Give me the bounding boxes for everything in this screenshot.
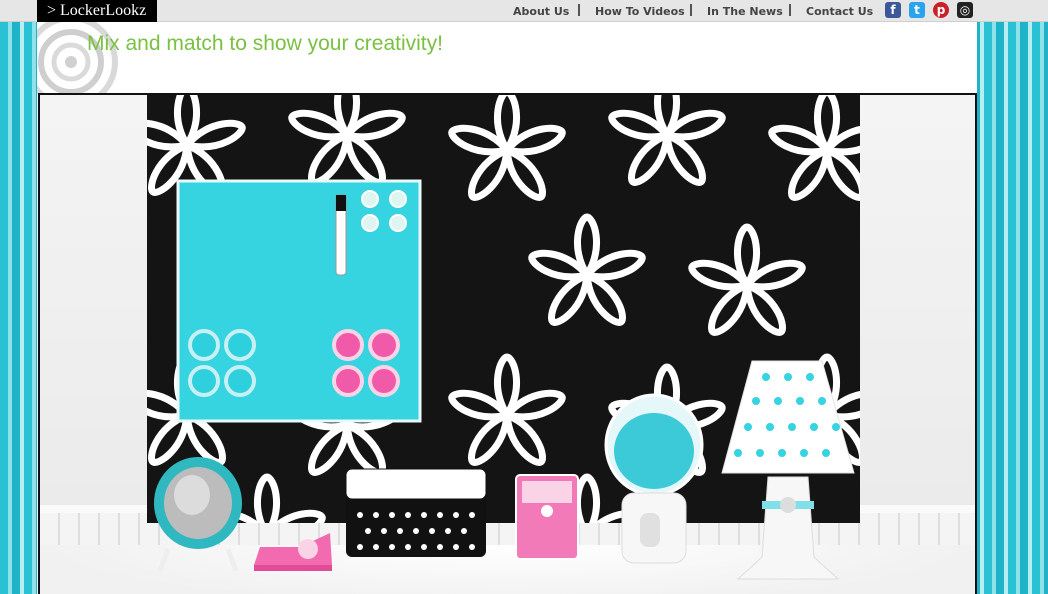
nav-link-how-to-videos[interactable]: How To Videos	[595, 5, 685, 18]
nav-item-contact[interactable]: Contact Us	[806, 0, 873, 22]
polka-dot-lamp	[721, 360, 855, 580]
nav-separator	[690, 4, 692, 16]
nav-link-in-the-news[interactable]: In The News	[707, 5, 783, 18]
nav-item-videos[interactable]: How To Videos	[595, 0, 685, 22]
gumball-machine	[604, 393, 704, 564]
nav-item-about[interactable]: About Us	[513, 0, 569, 22]
page-tagline: Mix and match to show your creativity!	[87, 32, 443, 55]
hero-image	[38, 93, 977, 594]
twitter-icon[interactable]: t	[909, 2, 925, 18]
nav-separator	[789, 4, 791, 16]
nav-item-news[interactable]: In The News	[707, 0, 783, 22]
nav-link-contact-us[interactable]: Contact Us	[806, 5, 873, 18]
instagram-icon[interactable]: ◎	[957, 2, 973, 18]
storage-bin	[345, 468, 487, 557]
nav-separator	[578, 4, 580, 16]
nav-link-about-us[interactable]: About Us	[513, 5, 569, 18]
tape-dispenser	[254, 533, 332, 571]
logo[interactable]: > LockerLookz	[37, 0, 157, 22]
mirror	[154, 457, 242, 572]
facebook-icon[interactable]: f	[885, 2, 901, 18]
pink-pocket	[515, 474, 579, 560]
pinterest-icon[interactable]: p	[933, 2, 949, 18]
top-bar: > LockerLookz About Us How To Videos In …	[0, 0, 1048, 22]
magnetic-board	[176, 179, 422, 423]
